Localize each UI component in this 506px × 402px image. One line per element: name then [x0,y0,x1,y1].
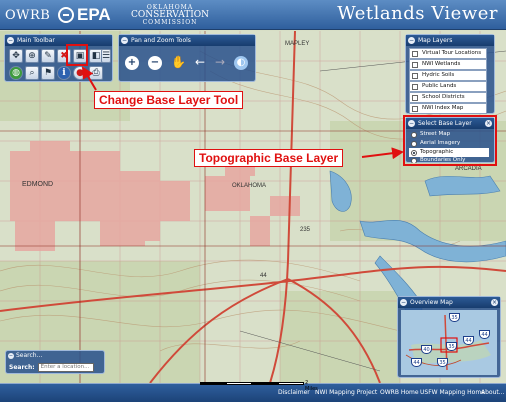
search-header[interactable]: − Search... [6,351,104,361]
overview-map[interactable]: 35 44 40 35 44 44 35 [401,310,497,375]
interstate-shield-icon: 35 [449,313,460,322]
footer-link-usfw-mapping-home[interactable]: USFW Mapping Home [420,389,485,396]
scale-label: 2 Miles [305,380,318,392]
footer-link-owrb-home[interactable]: OWRB Home [380,389,419,396]
interstate-shield-icon: 35 [446,342,457,351]
search-label: Search: [9,363,35,371]
interstate-shield-icon: 35 [437,358,448,367]
scale-segment [278,382,304,385]
search-input[interactable] [37,362,94,372]
overview-title: Overview Map [410,299,453,306]
scale-segment [226,382,252,385]
interstate-shield-icon: 40 [421,345,432,354]
search-panel: − Search... Search: [5,350,105,374]
topographic-base-layer-callout: Topographic Base Layer [194,149,344,167]
search-row: Search: [6,361,104,373]
overview-map-panel: − Overview Map × 35 44 40 35 44 44 35 [397,296,501,378]
scale-segment [200,382,226,385]
overview-collapse-icon[interactable]: − [400,299,407,306]
search-title: Search... [16,352,43,359]
interstate-shield-icon: 44 [479,330,490,339]
close-icon[interactable]: × [491,299,498,306]
scale-segment [252,382,278,385]
footer-link-about[interactable]: About... [481,389,504,396]
interstate-shield-icon: 44 [411,358,422,367]
change-base-layer-callout: Change Base Layer Tool [94,91,244,109]
scale-bar: 2 Miles [200,380,318,392]
interstate-shield-icon: 44 [463,336,474,345]
base-layer-highlight [403,115,497,166]
overview-header[interactable]: − Overview Map × [398,297,500,308]
search-collapse-icon[interactable]: − [8,353,14,359]
footer-link-nwi-mapping-project[interactable]: NWI Mapping Project [315,389,377,396]
